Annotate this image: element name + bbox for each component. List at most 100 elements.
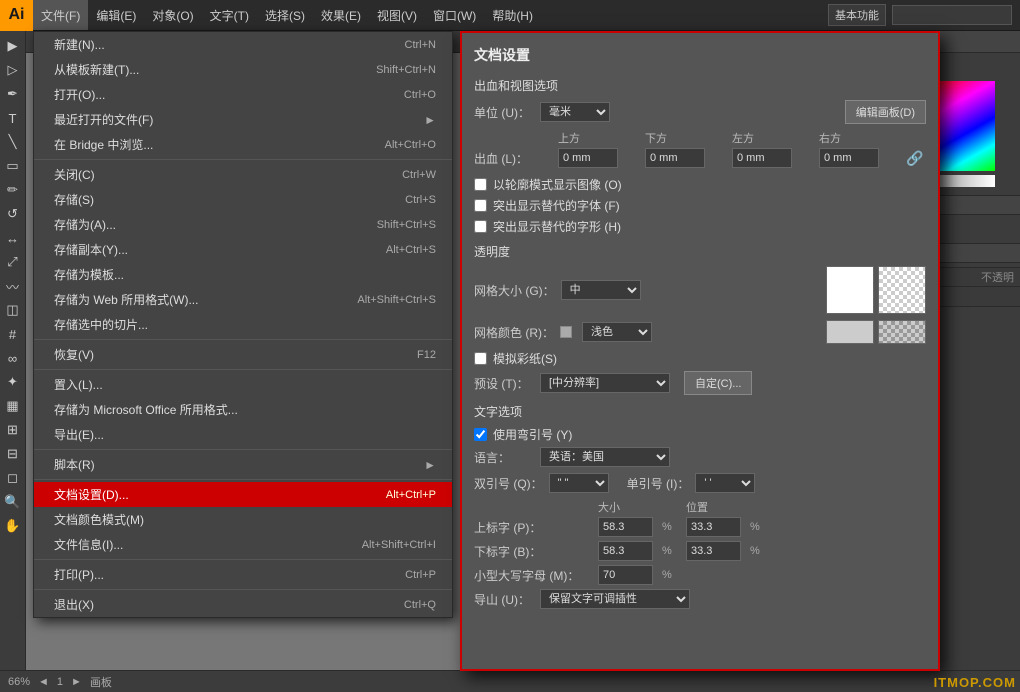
menu-save-template[interactable]: 存储为模板... xyxy=(34,262,452,287)
tool-hand[interactable]: ✋ xyxy=(2,515,24,537)
menu-save-as-label: 存储为(A)... xyxy=(54,216,116,233)
menu-object[interactable]: 对象(O) xyxy=(144,0,201,30)
search-input[interactable] xyxy=(892,5,1012,25)
menu-doc-setup[interactable]: 文档设置(D)... Alt+Ctrl+P xyxy=(34,482,452,507)
tool-warp[interactable]: 〰 xyxy=(2,275,24,297)
menu-scripts[interactable]: 脚本(R) ► xyxy=(34,452,452,477)
bleed-top-input[interactable] xyxy=(558,148,618,168)
superscript-size-input[interactable] xyxy=(598,517,653,537)
menu-recent[interactable]: 最近打开的文件(F) ► xyxy=(34,107,452,132)
menu-window[interactable]: 窗口(W) xyxy=(425,0,484,30)
tool-graph[interactable]: ▦ xyxy=(2,395,24,417)
checkbox-glyph: 突出显示替代的字形 (H) xyxy=(474,218,926,235)
small-caps-input[interactable] xyxy=(598,565,653,585)
guide-label: 导山 (U)： xyxy=(474,591,534,608)
menu-edit[interactable]: 编辑(E) xyxy=(88,0,144,30)
language-select[interactable]: 英语：美国 xyxy=(540,447,670,467)
menu-revert[interactable]: 恢复(V) F12 xyxy=(34,342,452,367)
tool-artboard[interactable]: ⊞ xyxy=(2,419,24,441)
menu-save[interactable]: 存储(S) Ctrl+S xyxy=(34,187,452,212)
checkbox-font-input[interactable] xyxy=(474,199,487,212)
menu-view[interactable]: 视图(V) xyxy=(369,0,425,30)
tool-symbol[interactable]: ✦ xyxy=(2,371,24,393)
menu-export-label: 导出(E)... xyxy=(54,426,104,443)
unit-select[interactable]: 毫米 像素 英寸 厘米 点 xyxy=(540,102,610,122)
guide-select[interactable]: 保留文字可调插性 xyxy=(540,589,690,609)
menu-color-mode[interactable]: 文档颜色模式(M) xyxy=(34,507,452,532)
menu-new[interactable]: 新建(N)... Ctrl+N xyxy=(34,32,452,57)
checkbox-outline-input[interactable] xyxy=(474,178,487,191)
quotes-row: 双引号 (Q)： " " 单引号 (I)： ' ' xyxy=(474,473,926,493)
tool-rotate[interactable]: ↺ xyxy=(2,203,24,225)
menu-select[interactable]: 选择(S) xyxy=(257,0,313,30)
superscript-pos-input[interactable] xyxy=(686,517,741,537)
tool-mirror[interactable]: ↔ xyxy=(2,227,24,249)
menu-quit-shortcut: Ctrl+Q xyxy=(404,599,436,611)
tool-brush[interactable]: ✏ xyxy=(2,179,24,201)
menu-new-from-template[interactable]: 从模板新建(T)... Shift+Ctrl+N xyxy=(34,57,452,82)
smart-quotes-input[interactable] xyxy=(474,428,487,441)
menu-print[interactable]: 打印(P)... Ctrl+P xyxy=(34,562,452,587)
menu-new-from-template-label: 从模板新建(T)... xyxy=(54,61,139,78)
checkbox-outline: 以轮廓模式显示图像 (O) xyxy=(474,176,926,193)
menu-bridge[interactable]: 在 Bridge 中浏览... Alt+Ctrl+O xyxy=(34,132,452,157)
checkbox-glyph-input[interactable] xyxy=(474,220,487,233)
menu-file-info[interactable]: 文件信息(I)... Alt+Shift+Ctrl+I xyxy=(34,532,452,557)
tool-blend[interactable]: ∞ xyxy=(2,347,24,369)
bleed-right-input[interactable] xyxy=(819,148,879,168)
tool-select[interactable]: ▶ xyxy=(2,35,24,57)
custom-btn[interactable]: 自定(C)... xyxy=(684,371,752,395)
tool-pen[interactable]: ✒ xyxy=(2,83,24,105)
subscript-size-input[interactable] xyxy=(598,541,653,561)
grid-color-label: 网格颜色 (R)： xyxy=(474,324,554,341)
menu-help[interactable]: 帮助(H) xyxy=(484,0,541,30)
menu-new-from-template-shortcut: Shift+Ctrl+N xyxy=(376,64,436,76)
tool-direct-select[interactable]: ▷ xyxy=(2,59,24,81)
edit-canvas-btn[interactable]: 编辑画板(D) xyxy=(845,100,926,124)
tool-slice[interactable]: ⊟ xyxy=(2,443,24,465)
double-quote-select[interactable]: " " xyxy=(549,473,609,493)
tool-rect[interactable]: ▭ xyxy=(2,155,24,177)
grid-color-swatch[interactable] xyxy=(560,326,572,338)
menu-save-template-label: 存储为模板... xyxy=(54,266,124,283)
menu-save-slices[interactable]: 存储选中的切片... xyxy=(34,312,452,337)
language-row: 语言： 英语：美国 xyxy=(474,447,926,467)
grid-size-row: 网格大小 (G)： 中小大 xyxy=(474,266,926,314)
link-icon[interactable]: 🔗 xyxy=(906,150,926,167)
menu-text[interactable]: 文字(T) xyxy=(202,0,257,30)
tool-line[interactable]: ╲ xyxy=(2,131,24,153)
menu-place[interactable]: 置入(L)... xyxy=(34,372,452,397)
simulate-paper-input[interactable] xyxy=(474,352,487,365)
tool-eraser[interactable]: ◻ xyxy=(2,467,24,489)
tool-type[interactable]: T xyxy=(2,107,24,129)
checker-previews xyxy=(826,266,926,314)
checkbox-glyph-label: 突出显示替代的字形 (H) xyxy=(493,218,621,235)
grid-size-select[interactable]: 中小大 xyxy=(561,280,641,300)
menu-save-as[interactable]: 存储为(A)... Shift+Ctrl+S xyxy=(34,212,452,237)
menu-save-web[interactable]: 存储为 Web 所用格式(W)... Alt+Shift+Ctrl+S xyxy=(34,287,452,312)
dialog-title: 文档设置 xyxy=(474,45,926,65)
single-quote-select[interactable]: ' ' xyxy=(695,473,755,493)
menu-save-copy[interactable]: 存储副本(Y)... Alt+Ctrl+S xyxy=(34,237,452,262)
menu-file[interactable]: 文件(F) xyxy=(33,0,88,30)
nav-prev[interactable]: ◄ xyxy=(38,676,49,688)
menu-quit[interactable]: 退出(X) Ctrl+Q xyxy=(34,592,452,617)
checker-bottom-previews xyxy=(826,320,926,344)
preset-select[interactable]: [中分辨率] [高分辨率] [低分辨率] xyxy=(540,373,670,393)
tool-scale[interactable]: ⤢ xyxy=(2,251,24,273)
menu-export[interactable]: 导出(E)... xyxy=(34,422,452,447)
menu-close[interactable]: 关闭(C) Ctrl+W xyxy=(34,162,452,187)
bleed-bottom-input[interactable] xyxy=(645,148,705,168)
nav-next[interactable]: ► xyxy=(71,676,82,688)
grid-color-select[interactable]: 浅色深色 xyxy=(582,322,652,342)
menu-open[interactable]: 打开(O)... Ctrl+O xyxy=(34,82,452,107)
tool-mesh[interactable]: # xyxy=(2,323,24,345)
menu-save-office[interactable]: 存储为 Microsoft Office 所用格式... xyxy=(34,397,452,422)
tool-zoom[interactable]: 🔍 xyxy=(2,491,24,513)
tool-gradient[interactable]: ◫ xyxy=(2,299,24,321)
menu-effect[interactable]: 效果(E) xyxy=(313,0,369,30)
bleed-left-input[interactable] xyxy=(732,148,792,168)
checkbox-outline-label: 以轮廓模式显示图像 (O) xyxy=(493,176,622,193)
subscript-pos-input[interactable] xyxy=(686,541,741,561)
menu-bridge-shortcut: Alt+Ctrl+O xyxy=(385,139,436,151)
